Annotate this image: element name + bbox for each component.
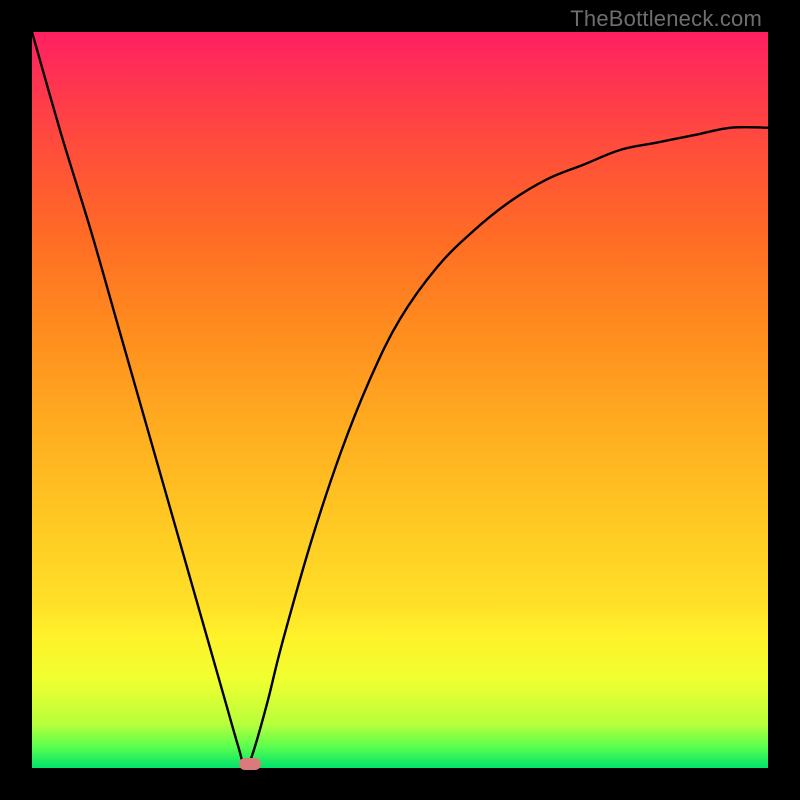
curve-svg [32, 32, 768, 768]
curve-path [32, 32, 768, 768]
chart-frame: TheBottleneck.com [0, 0, 800, 800]
watermark-text: TheBottleneck.com [570, 6, 762, 32]
min-marker [239, 758, 261, 770]
